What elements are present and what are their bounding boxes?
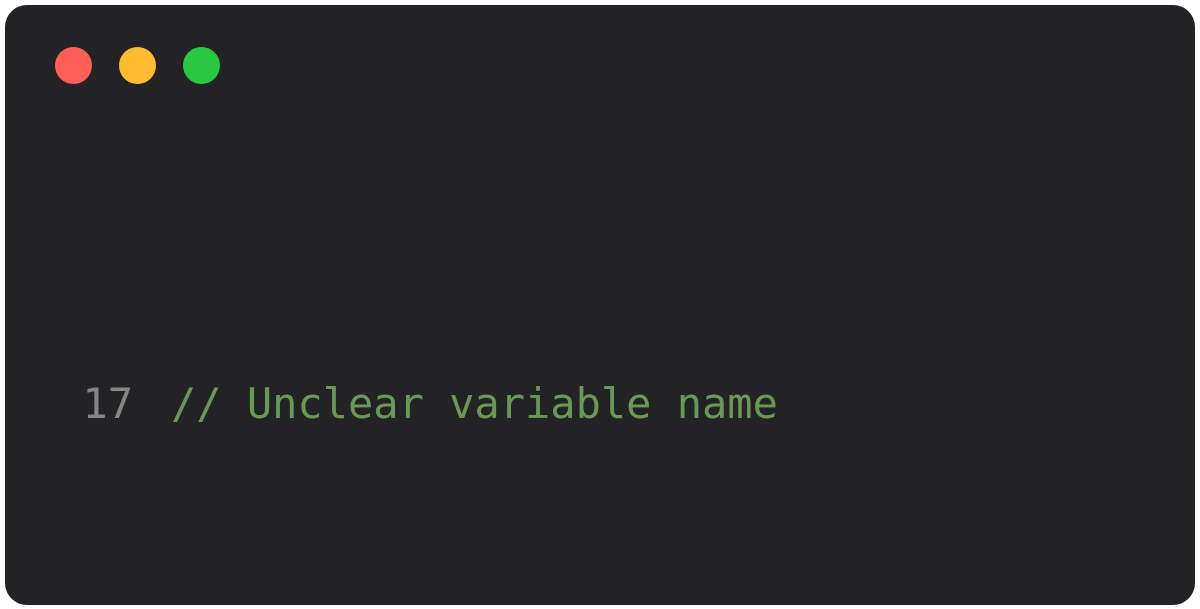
line-number: 17	[55, 365, 133, 443]
line-content: // Unclear variable name	[133, 365, 778, 443]
minimize-icon[interactable]	[119, 47, 156, 84]
code-window: 17 // Unclear variable name 18 const d =…	[5, 5, 1195, 605]
traffic-lights	[55, 47, 1145, 84]
code-line: 17 // Unclear variable name	[55, 365, 1145, 443]
close-icon[interactable]	[55, 47, 92, 84]
code-block: 17 // Unclear variable name 18 const d =…	[55, 132, 1145, 605]
maximize-icon[interactable]	[183, 47, 220, 84]
comment-text: // Unclear variable name	[171, 379, 778, 428]
